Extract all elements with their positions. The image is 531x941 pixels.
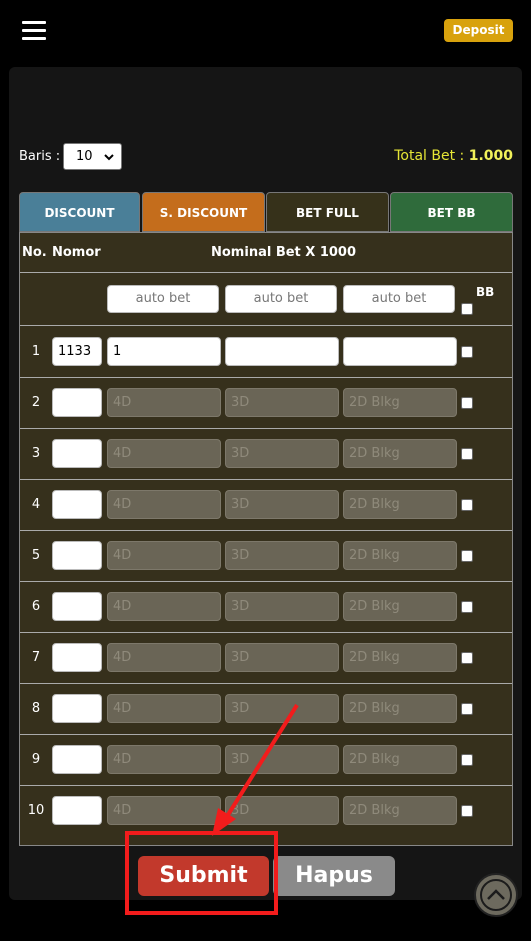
annotation-arrow-icon xyxy=(212,703,299,836)
bottom-bar xyxy=(0,920,531,941)
